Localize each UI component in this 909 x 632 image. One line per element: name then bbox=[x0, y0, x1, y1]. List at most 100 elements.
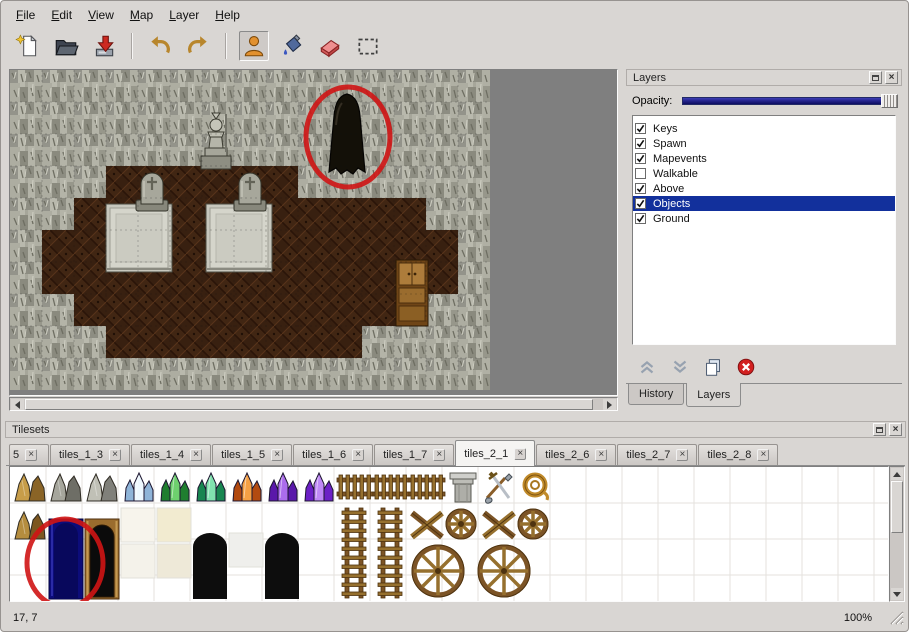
tileset-render bbox=[10, 467, 888, 601]
tileset-tab-tiles_1_4[interactable]: tiles_1_4× bbox=[131, 444, 211, 465]
eraser-tool-button[interactable] bbox=[315, 31, 345, 61]
new-file-button[interactable] bbox=[13, 31, 43, 61]
undo-icon bbox=[147, 33, 173, 59]
tileset-tab-5[interactable]: 5× bbox=[9, 444, 49, 465]
tileset-tab-label: tiles_2_8 bbox=[707, 449, 751, 461]
opacity-slider[interactable] bbox=[682, 93, 898, 109]
float-button[interactable] bbox=[873, 423, 886, 436]
black-arch[interactable] bbox=[193, 533, 227, 599]
delete-layer-button[interactable] bbox=[733, 354, 759, 380]
dark-blue-door[interactable] bbox=[49, 519, 83, 599]
tileset-tab-tiles_2_1[interactable]: tiles_2_1× bbox=[455, 440, 535, 466]
scrollbar-thumb[interactable] bbox=[25, 399, 593, 410]
duplicate-layer-button[interactable] bbox=[700, 354, 726, 380]
dock-tab-history[interactable]: History bbox=[628, 384, 684, 405]
lower-layer-button[interactable] bbox=[667, 354, 693, 380]
black-arch[interactable] bbox=[265, 533, 299, 599]
pale-tile[interactable] bbox=[229, 533, 263, 567]
layer-row-ground[interactable]: Ground bbox=[633, 211, 895, 226]
menu-view[interactable]: View bbox=[80, 4, 122, 26]
layers-dock-titlebar[interactable]: Layers × bbox=[626, 69, 902, 86]
layer-visibility-checkbox[interactable] bbox=[635, 183, 646, 194]
menu-edit[interactable]: Edit bbox=[43, 4, 80, 26]
track-wheel-large[interactable] bbox=[412, 545, 464, 597]
duplicate-layer-icon bbox=[702, 356, 724, 378]
tileset-tab-tiles_1_5[interactable]: tiles_1_5× bbox=[212, 444, 292, 465]
map-horizontal-scrollbar[interactable] bbox=[9, 397, 618, 411]
tab-close-icon[interactable]: × bbox=[109, 449, 121, 461]
layer-visibility-checkbox[interactable] bbox=[635, 213, 646, 224]
tileset-canvas[interactable] bbox=[9, 466, 889, 602]
layer-visibility-checkbox[interactable] bbox=[635, 153, 646, 164]
arrow-up-icon bbox=[893, 472, 901, 477]
scroll-down-button[interactable] bbox=[891, 588, 903, 600]
layer-row-above[interactable]: Above bbox=[633, 181, 895, 196]
track-wheel[interactable] bbox=[518, 509, 548, 539]
layer-visibility-checkbox[interactable] bbox=[635, 123, 646, 134]
menu-layer[interactable]: Layer bbox=[161, 4, 207, 26]
layer-visibility-checkbox[interactable] bbox=[635, 138, 646, 149]
pale-tile[interactable] bbox=[121, 508, 155, 542]
layer-list[interactable]: KeysSpawnMapeventsWalkableAboveObjectsGr… bbox=[632, 115, 896, 345]
wood-track[interactable] bbox=[373, 475, 409, 499]
cream-tile[interactable] bbox=[157, 508, 191, 542]
layer-visibility-checkbox[interactable] bbox=[635, 168, 646, 179]
layer-row-keys[interactable]: Keys bbox=[633, 121, 895, 136]
tab-close-icon[interactable]: × bbox=[25, 449, 37, 461]
tab-close-icon[interactable]: × bbox=[433, 449, 445, 461]
layer-row-objects[interactable]: Objects bbox=[633, 196, 895, 211]
scrollbar-thumb[interactable] bbox=[891, 481, 903, 533]
tileset-tab-tiles_2_6[interactable]: tiles_2_6× bbox=[536, 444, 616, 465]
menu-file[interactable]: File bbox=[8, 4, 43, 26]
tileset-tab-tiles_1_6[interactable]: tiles_1_6× bbox=[293, 444, 373, 465]
close-button[interactable]: × bbox=[889, 423, 902, 436]
layer-row-walkable[interactable]: Walkable bbox=[633, 166, 895, 181]
scroll-right-button[interactable] bbox=[603, 399, 616, 410]
close-button[interactable]: × bbox=[885, 71, 898, 84]
layer-visibility-checkbox[interactable] bbox=[635, 198, 646, 209]
tab-close-icon[interactable]: × bbox=[676, 449, 688, 461]
scroll-up-button[interactable] bbox=[891, 468, 903, 480]
tileset-tab-tiles_2_8[interactable]: tiles_2_8 × bbox=[698, 444, 778, 465]
open-folder-button[interactable] bbox=[51, 31, 81, 61]
tab-close-icon[interactable]: × bbox=[271, 449, 283, 461]
tab-close-icon[interactable]: × bbox=[352, 449, 364, 461]
track-wheel-large[interactable] bbox=[478, 545, 530, 597]
layer-row-mapevents[interactable]: Mapevents bbox=[633, 151, 895, 166]
pale-tile[interactable] bbox=[157, 544, 191, 578]
redo-button[interactable] bbox=[183, 31, 213, 61]
menu-help[interactable]: Help bbox=[207, 4, 248, 26]
stamp-tool-button[interactable] bbox=[239, 31, 269, 61]
close-icon: × bbox=[889, 73, 895, 83]
select-tool-button[interactable] bbox=[353, 31, 383, 61]
layer-row-spawn[interactable]: Spawn bbox=[633, 136, 895, 151]
map-canvas[interactable] bbox=[9, 69, 618, 396]
tilesets-dock-titlebar[interactable]: Tilesets × bbox=[5, 421, 906, 438]
wood-track[interactable] bbox=[409, 475, 445, 499]
dock-tab-layers[interactable]: Layers bbox=[686, 383, 741, 407]
raise-layer-button[interactable] bbox=[634, 354, 660, 380]
track-wheel[interactable] bbox=[446, 509, 476, 539]
menu-map[interactable]: Map bbox=[122, 4, 161, 26]
toolbar-separator bbox=[225, 33, 227, 59]
tab-close-icon[interactable]: × bbox=[190, 449, 202, 461]
float-button[interactable] bbox=[869, 71, 882, 84]
tileset-tab-tiles_1_3[interactable]: tiles_1_3× bbox=[50, 444, 130, 465]
resize-grip[interactable] bbox=[890, 611, 904, 628]
tab-close-icon[interactable]: × bbox=[595, 449, 607, 461]
select-tool-icon bbox=[355, 33, 381, 59]
tab-close-icon[interactable]: × bbox=[514, 448, 526, 460]
tab-close-icon[interactable]: × bbox=[757, 449, 769, 461]
save-button[interactable] bbox=[89, 31, 119, 61]
slider-handle[interactable] bbox=[881, 94, 898, 108]
pale-tile[interactable] bbox=[121, 544, 155, 578]
tileset-tab-tiles_1_7[interactable]: tiles_1_7× bbox=[374, 444, 454, 465]
scroll-left-button[interactable] bbox=[11, 399, 24, 410]
status-bar: 17, 7 100% bbox=[3, 605, 906, 630]
tileset-tab-tiles_2_7[interactable]: tiles_2_7× bbox=[617, 444, 697, 465]
raise-layer-icon bbox=[636, 356, 658, 378]
fill-tool-button[interactable] bbox=[277, 31, 307, 61]
tileset-vertical-scrollbar[interactable] bbox=[889, 466, 905, 602]
undo-button[interactable] bbox=[145, 31, 175, 61]
wood-track[interactable] bbox=[337, 475, 373, 499]
